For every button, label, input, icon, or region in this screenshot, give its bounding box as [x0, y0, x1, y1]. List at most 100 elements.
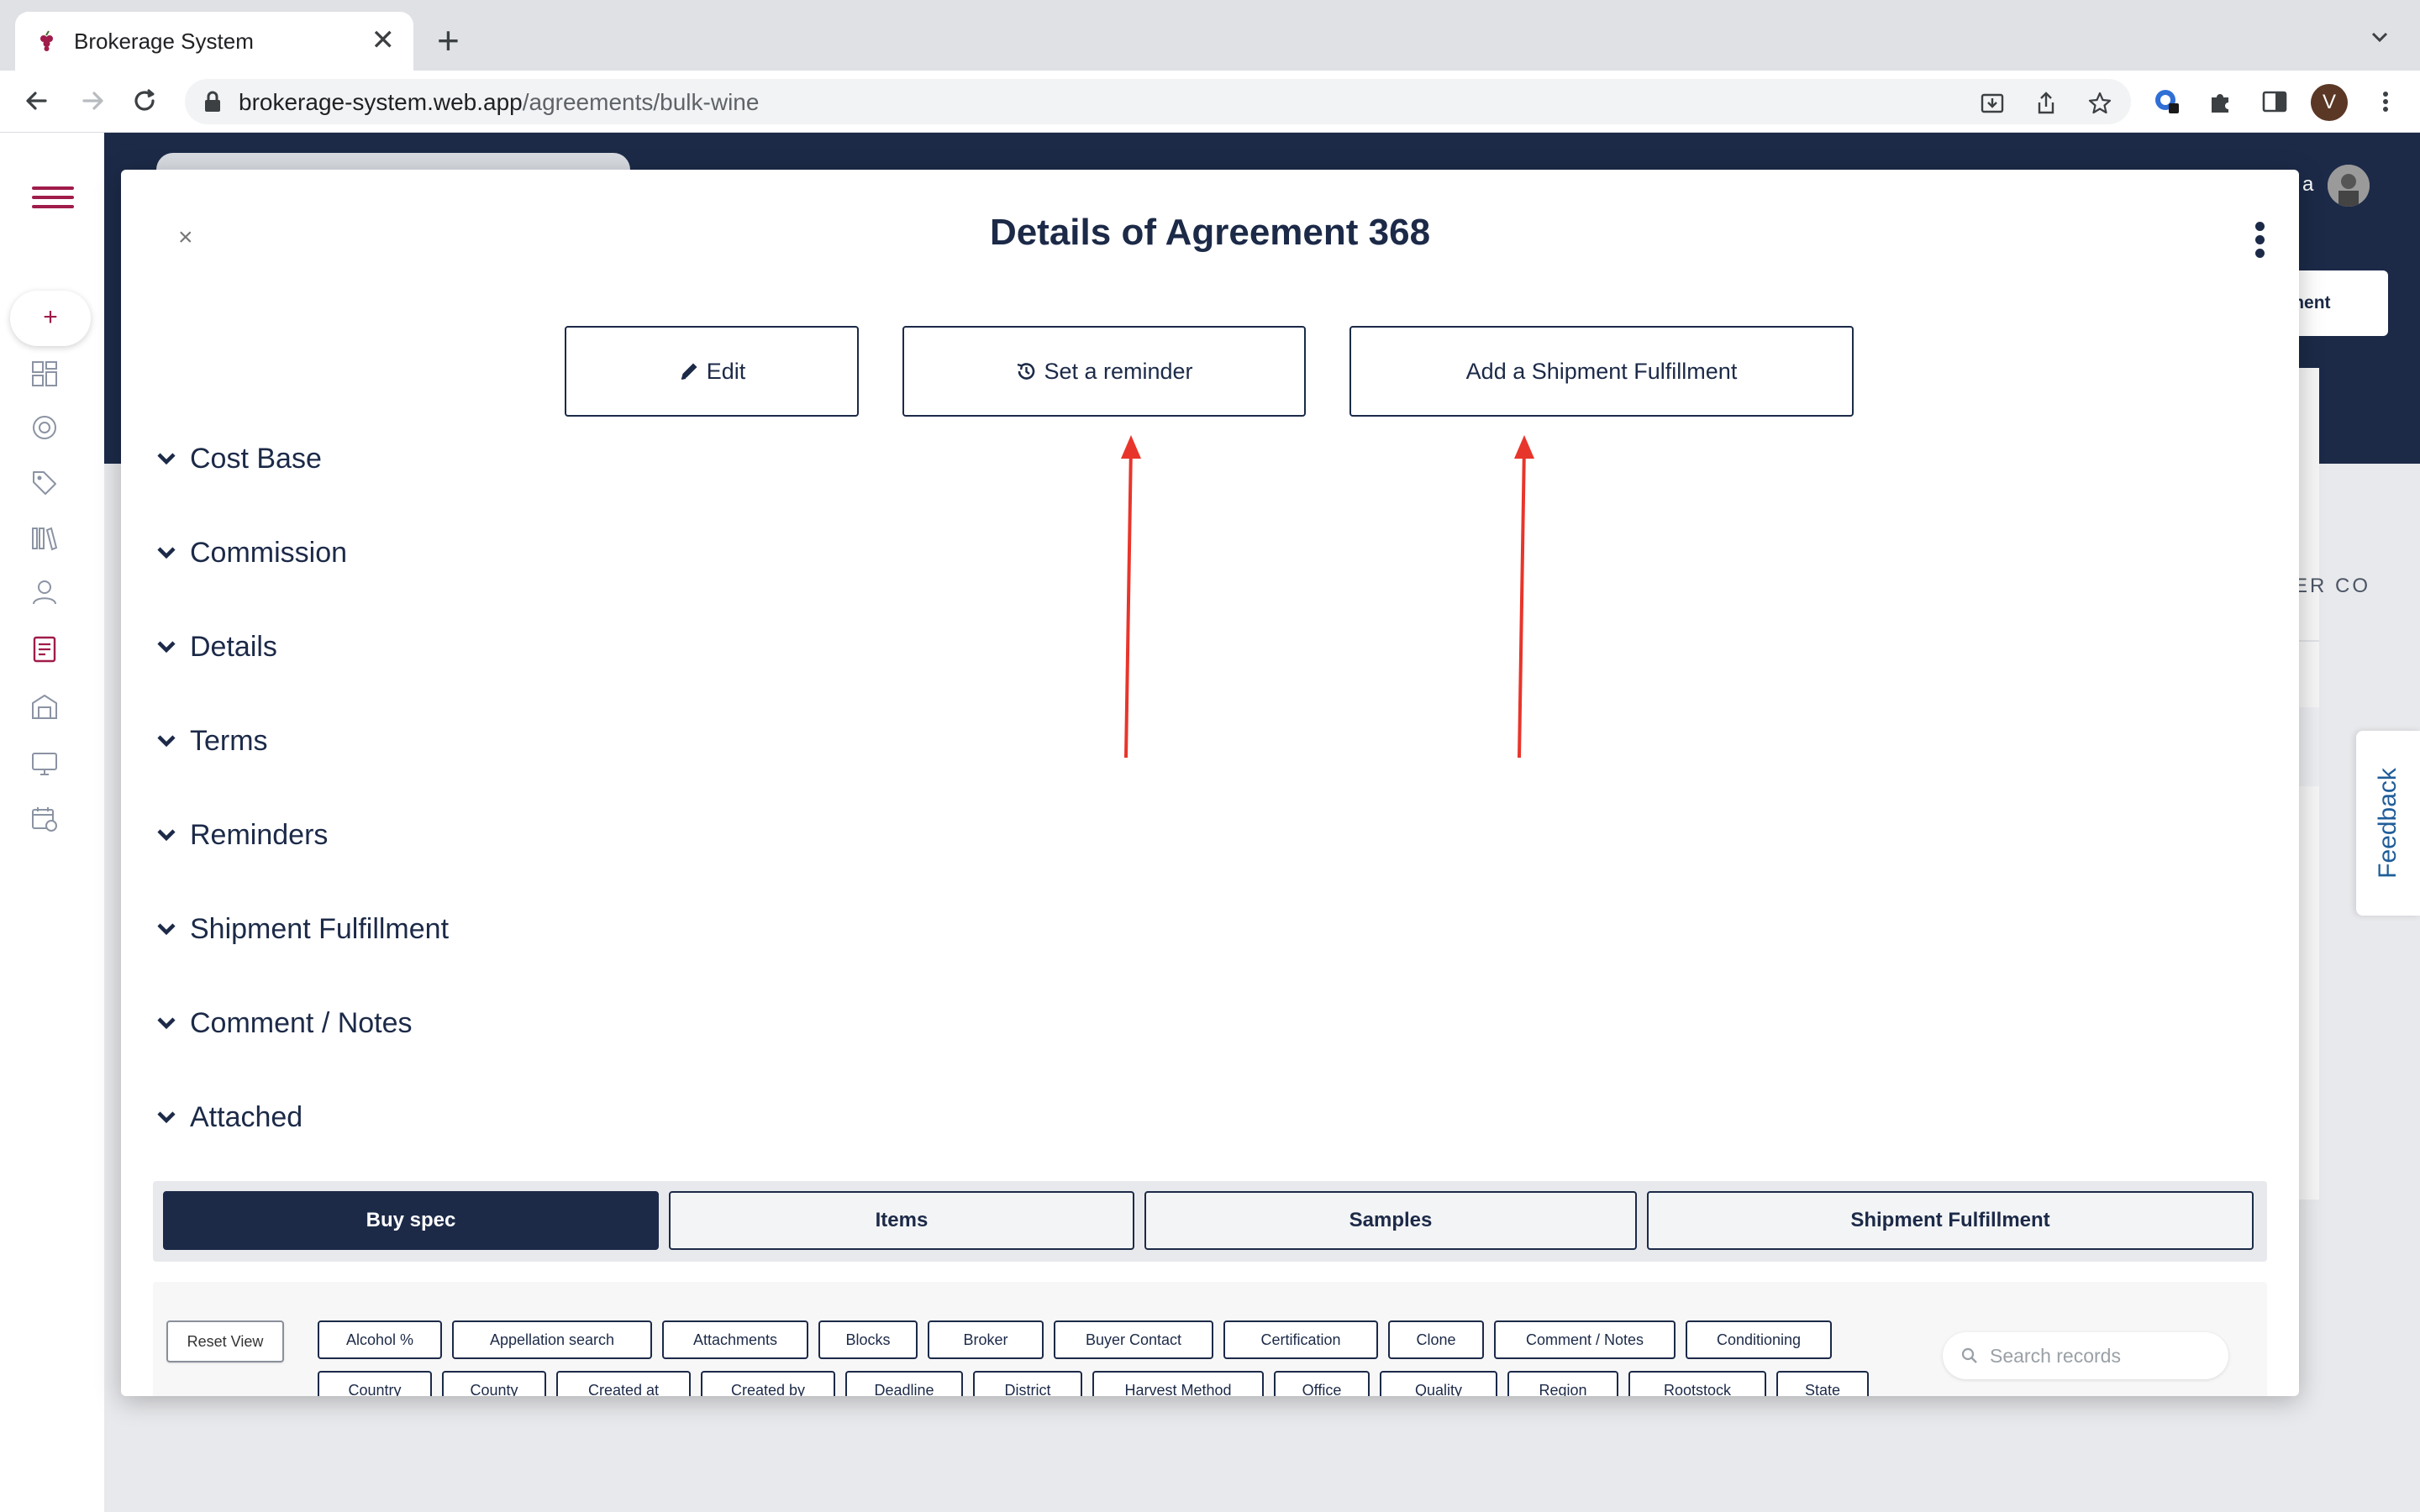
chevron-down-icon	[157, 1017, 176, 1030]
column-toggle-chip[interactable]: Quality	[1380, 1371, 1497, 1396]
section-details[interactable]: Details	[155, 622, 277, 672]
app-sidebar: +	[0, 133, 104, 1512]
section-label: Commission	[190, 536, 348, 569]
column-toggle-chip[interactable]: Appellation search	[452, 1320, 652, 1359]
annotation-arrow-reminder	[1121, 435, 1141, 759]
section-cost-base[interactable]: Cost Base	[155, 433, 322, 484]
forward-arrow-icon[interactable]	[76, 84, 109, 118]
column-toggle-chip[interactable]: Created at	[556, 1371, 691, 1396]
add-shipment-fulfillment-button[interactable]: Add a Shipment Fulfillment	[1349, 326, 1854, 417]
column-toggle-chip[interactable]: Alcohol %	[318, 1320, 442, 1359]
section-reminders[interactable]: Reminders	[155, 810, 328, 860]
section-comment-notes[interactable]: Comment / Notes	[155, 998, 413, 1048]
install-app-icon[interactable]	[1980, 91, 2005, 116]
section-label: Shipment Fulfillment	[190, 912, 450, 945]
share-icon[interactable]	[2033, 91, 2059, 116]
section-commission[interactable]: Commission	[155, 528, 347, 578]
section-label: Terms	[190, 724, 268, 757]
column-toggle-chip[interactable]: Clone	[1388, 1320, 1484, 1359]
tag-icon[interactable]	[30, 469, 59, 497]
column-toggle-chip[interactable]: Certification	[1223, 1320, 1378, 1359]
column-toggle-chip[interactable]: Conditioning	[1686, 1320, 1832, 1359]
tab-shipment-fulfillment[interactable]: Shipment Fulfillment	[1647, 1191, 2254, 1250]
set-reminder-button-label: Set a reminder	[1044, 358, 1193, 384]
search-records-box	[1943, 1332, 2228, 1379]
section-label: Reminders	[190, 818, 329, 851]
records-grid: Reset View Alcohol % Appellation search …	[153, 1282, 2267, 1396]
new-tab-button[interactable]: +	[437, 18, 460, 62]
column-toggle-chip[interactable]: District	[973, 1371, 1082, 1396]
column-toggle-chip[interactable]: Region	[1507, 1371, 1618, 1396]
bookmark-star-icon[interactable]	[2087, 91, 2112, 116]
section-shipment-fulfillment[interactable]: Shipment Fulfillment	[155, 904, 449, 954]
column-toggle-chip[interactable]: State	[1776, 1371, 1869, 1396]
edit-button[interactable]: Edit	[565, 326, 859, 417]
tab-search-chevron-icon[interactable]	[2368, 25, 2391, 49]
browser-tab[interactable]: Brokerage System ✕	[15, 12, 413, 71]
annotation-arrow-shipment	[1514, 435, 1534, 759]
detail-tabs: Buy spec Items Samples Shipment Fulfillm…	[153, 1181, 2267, 1262]
section-attached[interactable]: Attached	[155, 1092, 302, 1142]
chevron-down-icon	[157, 923, 176, 936]
aperture-icon[interactable]	[30, 413, 59, 442]
url-text[interactable]: brokerage-system.web.app/agreements/bulk…	[239, 89, 759, 116]
hamburger-menu-icon[interactable]	[32, 186, 74, 212]
tab-samples[interactable]: Samples	[1144, 1191, 1637, 1250]
modal-title: Details of Agreement 368	[989, 212, 1431, 253]
section-label: Details	[190, 630, 277, 663]
side-panel-icon[interactable]	[2260, 87, 2289, 116]
chevron-down-icon	[157, 547, 176, 559]
tab-close-icon[interactable]: ✕	[371, 24, 396, 57]
more-options-icon[interactable]	[2255, 222, 2265, 259]
set-reminder-button[interactable]: Set a reminder	[902, 326, 1306, 417]
extensions-puzzle-icon[interactable]	[2207, 87, 2235, 116]
browser-tabbar: Brokerage System ✕ +	[0, 0, 2420, 71]
grape-favicon-icon	[40, 30, 53, 51]
calendar-clock-icon[interactable]	[30, 805, 59, 833]
lock-icon[interactable]	[203, 91, 222, 113]
column-toggle-chip[interactable]: Blocks	[818, 1320, 918, 1359]
chevron-down-icon	[157, 453, 176, 465]
column-toggle-chip[interactable]: Attachments	[662, 1320, 808, 1359]
column-toggle-chip[interactable]: Deadline	[845, 1371, 963, 1396]
tab-buy-spec[interactable]: Buy spec	[163, 1191, 659, 1250]
section-terms[interactable]: Terms	[155, 716, 268, 766]
chevron-down-icon	[157, 829, 176, 842]
agreements-document-icon[interactable]	[30, 635, 59, 664]
profile-avatar[interactable]: V	[2311, 84, 2348, 121]
user-avatar[interactable]	[2328, 165, 2370, 207]
column-toggle-chip[interactable]: Broker	[928, 1320, 1044, 1359]
tab-title: Brokerage System	[74, 29, 254, 54]
column-toggle-chip[interactable]: County	[442, 1371, 546, 1396]
feedback-tab[interactable]: Feedback	[2356, 731, 2420, 916]
tab-items[interactable]: Items	[669, 1191, 1134, 1250]
agreement-details-modal: × Details of Agreement 368 Edit Set a re…	[121, 170, 2299, 1396]
library-icon[interactable]	[30, 524, 59, 553]
column-toggle-chip[interactable]: Created by	[701, 1371, 835, 1396]
search-records-input[interactable]	[1990, 1339, 2217, 1373]
history-clock-icon	[1018, 363, 1035, 380]
dashboard-icon[interactable]	[30, 360, 59, 388]
section-label: Attached	[190, 1100, 303, 1133]
warehouse-icon[interactable]	[30, 692, 59, 721]
column-toggle-chip[interactable]: Comment / Notes	[1494, 1320, 1676, 1359]
password-manager-extension-icon[interactable]	[2153, 87, 2181, 116]
chevron-down-icon	[157, 641, 176, 654]
back-arrow-icon[interactable]	[20, 84, 54, 118]
user-icon[interactable]	[30, 578, 59, 606]
feedback-label: Feedback	[2374, 768, 2402, 879]
column-toggle-chip[interactable]: Office	[1274, 1371, 1370, 1396]
column-toggle-chip[interactable]: Country	[318, 1371, 432, 1396]
browser-menu-icon[interactable]	[2371, 87, 2400, 116]
search-icon	[1961, 1347, 1977, 1363]
browser-toolbar: brokerage-system.web.app/agreements/bulk…	[0, 71, 2420, 133]
column-toggle-chip[interactable]: Buyer Contact	[1054, 1320, 1213, 1359]
column-toggle-chip[interactable]: Harvest Method	[1092, 1371, 1264, 1396]
address-bar[interactable]: brokerage-system.web.app/agreements/bulk…	[185, 79, 2131, 124]
section-label: Cost Base	[190, 442, 322, 475]
monitor-icon[interactable]	[30, 749, 59, 778]
reset-view-button[interactable]: Reset View	[166, 1320, 284, 1362]
reload-icon[interactable]	[128, 84, 161, 118]
column-toggle-chip[interactable]: Rootstock	[1628, 1371, 1766, 1396]
add-new-button[interactable]: +	[10, 291, 91, 346]
